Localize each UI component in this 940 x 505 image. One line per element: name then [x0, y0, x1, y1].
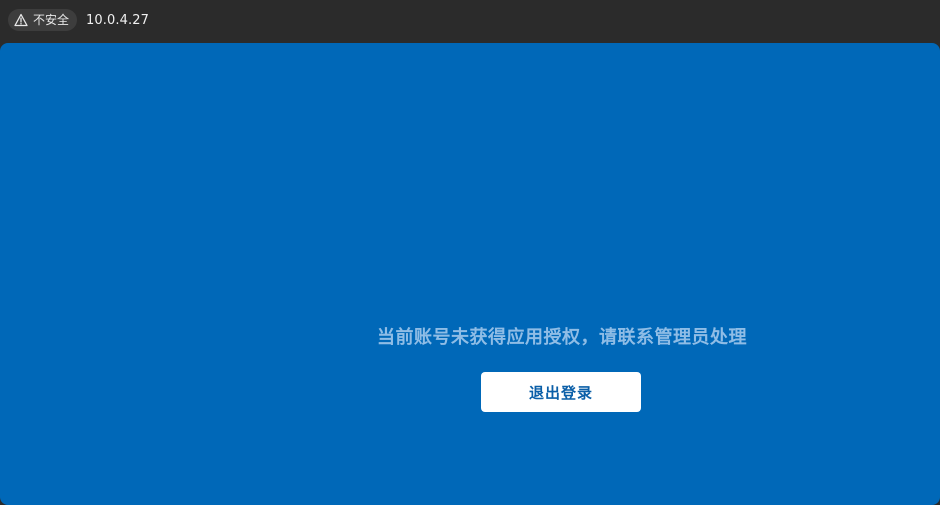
security-indicator-chip[interactable]: 不安全 — [8, 9, 78, 31]
logout-button[interactable]: 退出登录 — [481, 372, 641, 412]
url-text[interactable]: 10.0.4.27 — [86, 13, 149, 28]
page-viewport: 当前账号未获得应用授权，请联系管理员处理 退出登录 — [0, 43, 940, 505]
authorization-message: 当前账号未获得应用授权，请联系管理员处理 — [377, 327, 747, 348]
security-label: 不安全 — [33, 13, 70, 27]
address-bar: 不安全 10.0.4.27 — [0, 0, 940, 40]
browser-window: 不安全 10.0.4.27 当前账号未获得应用授权，请联系管理员处理 退出登录 — [0, 0, 940, 505]
warning-triangle-icon — [14, 13, 28, 27]
